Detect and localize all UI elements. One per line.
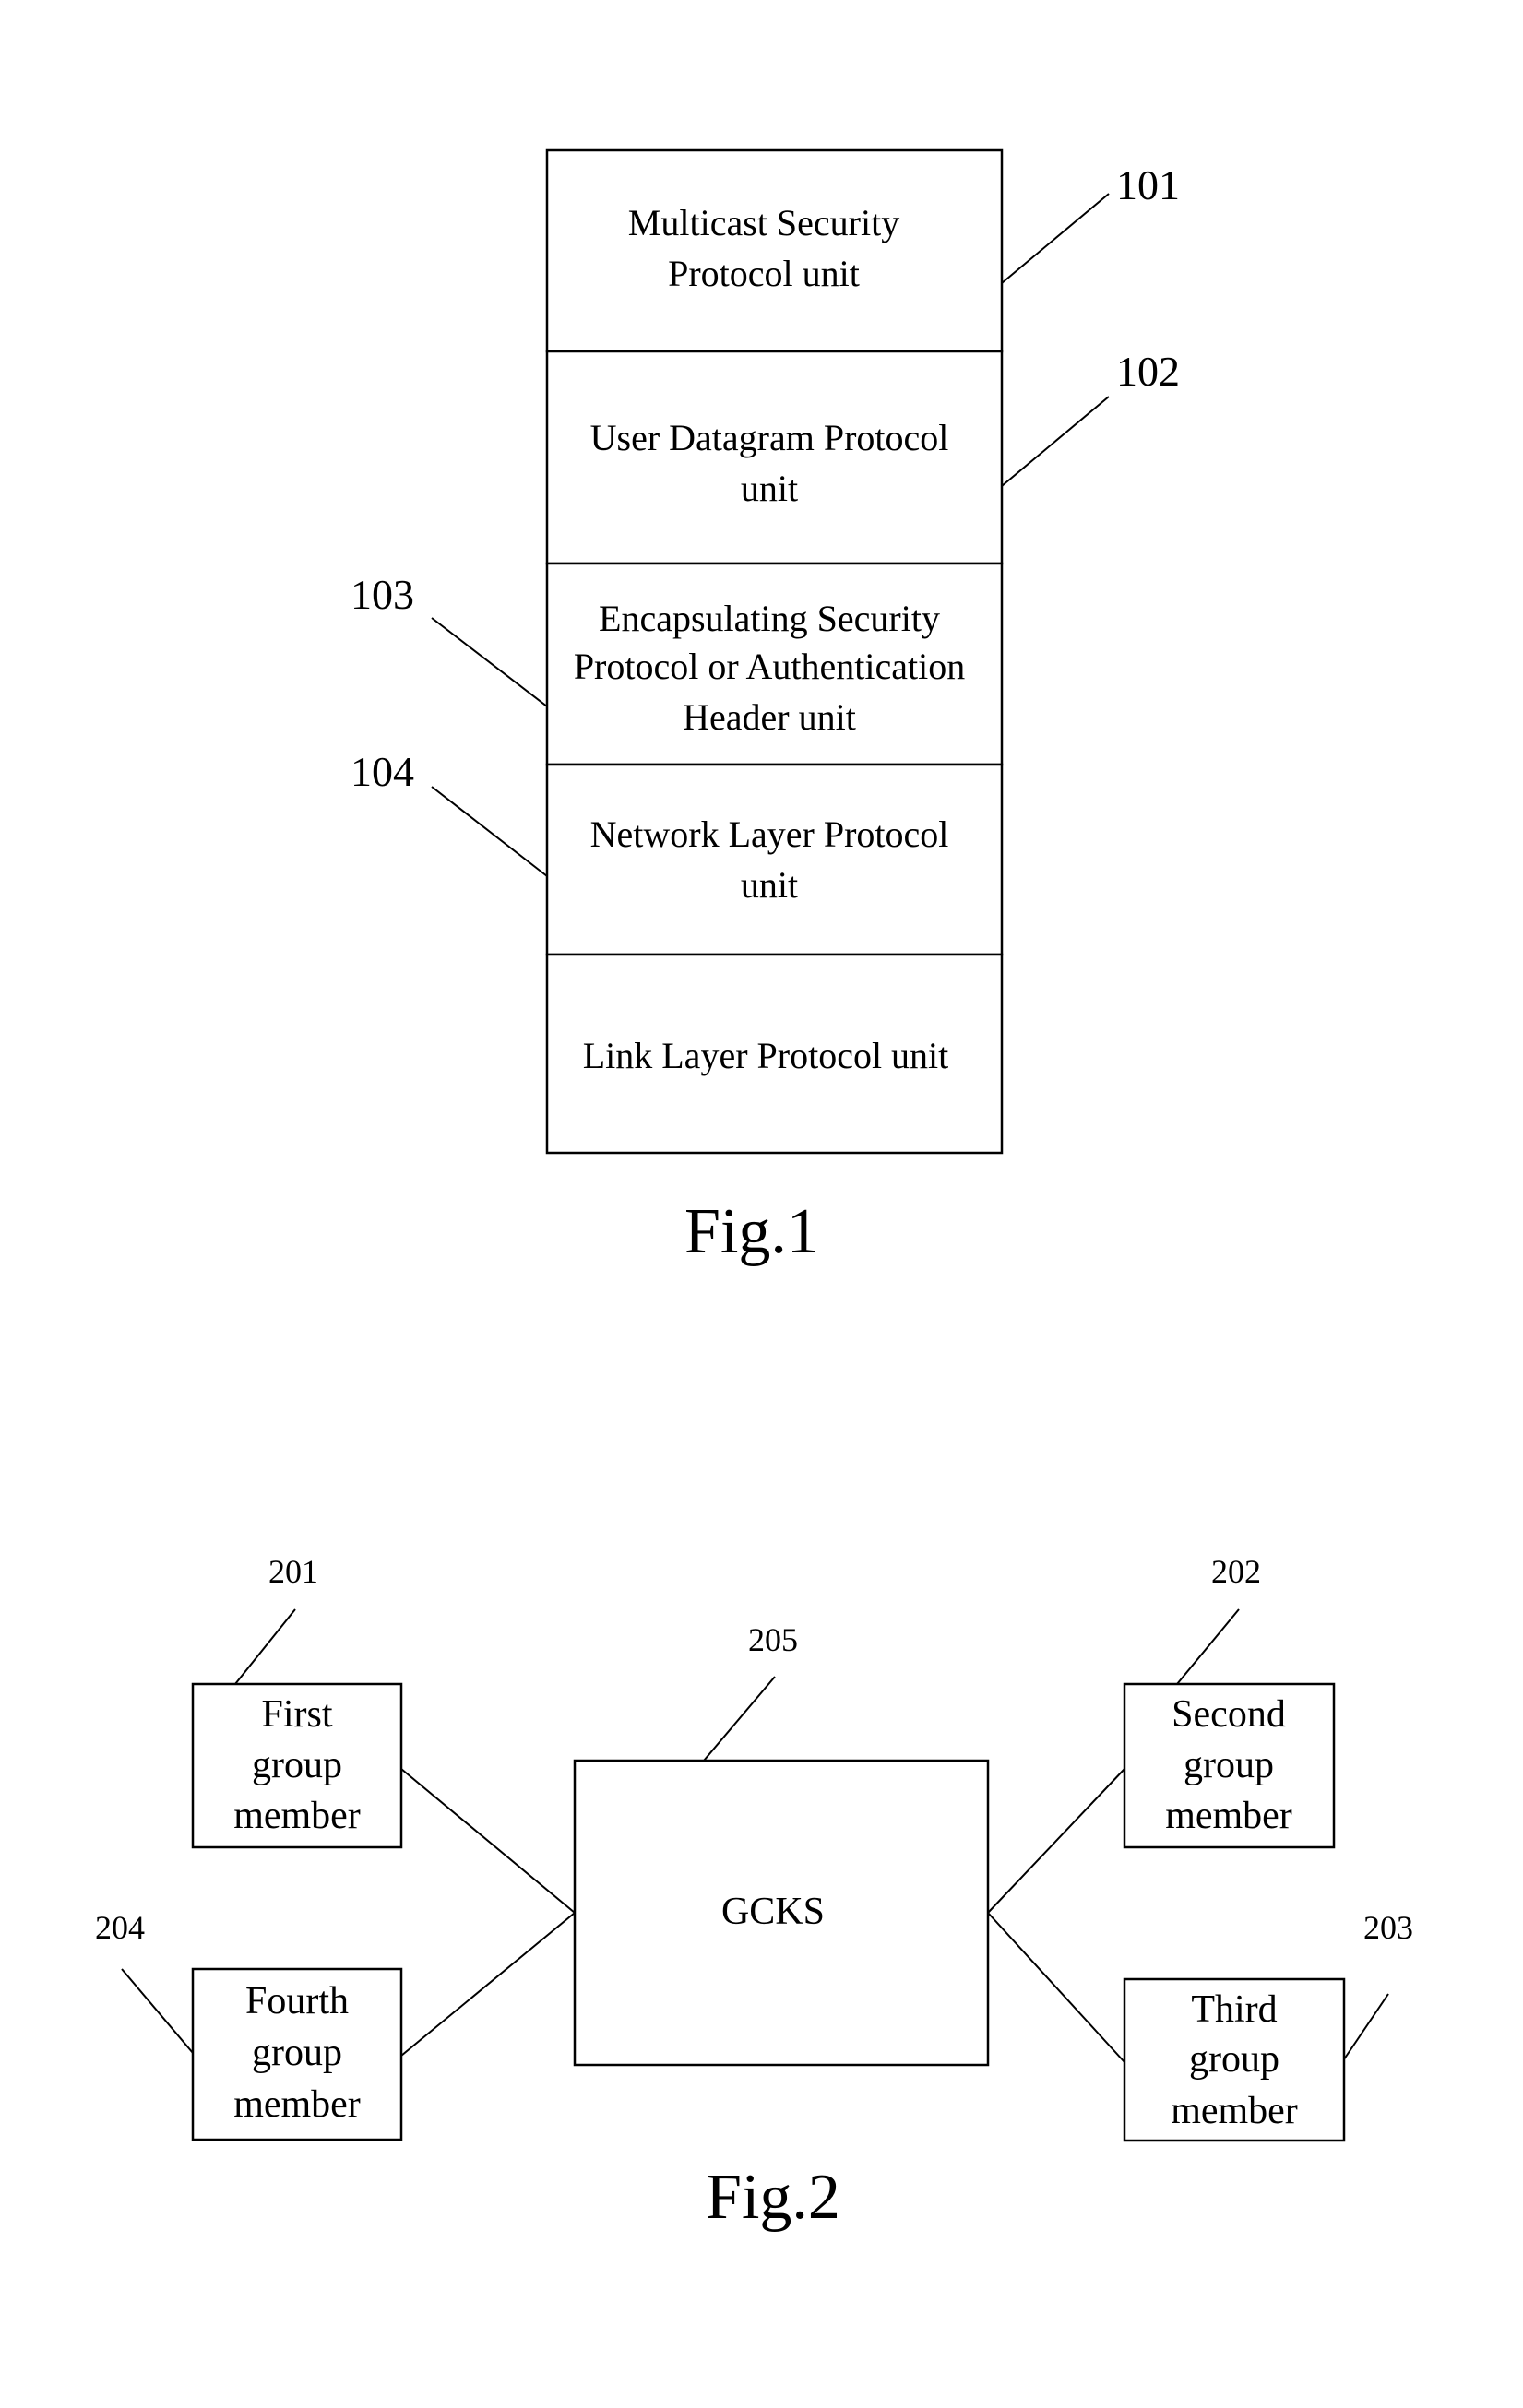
fourth-line-3: member [233, 2083, 361, 2126]
unit-103-line-2: Protocol or Authentication [574, 646, 965, 687]
gcks-label: GCKS [721, 1891, 825, 1933]
unit-103-line-1: Encapsulating Security [599, 598, 940, 639]
second-line-3: member [1165, 1795, 1292, 1837]
unit-101-line-1: Multicast Security [628, 202, 899, 243]
fig2-caption: Fig.2 [706, 2162, 840, 2233]
link-third-gcks [987, 1912, 1125, 2063]
second-line-1: Second [1172, 1693, 1286, 1736]
ref-202: 202 [1211, 1553, 1261, 1590]
third-line-2: group [1189, 2038, 1279, 2081]
fourth-line-1: Fourth [245, 1980, 349, 2022]
ref-104: 104 [351, 748, 414, 795]
link-fourth-gcks [400, 1912, 576, 2057]
fig1-protocol-stack: Multicast Security Protocol unit User Da… [351, 148, 1180, 1267]
ref-201: 201 [268, 1553, 318, 1590]
leader-102 [1001, 396, 1110, 487]
ref-102: 102 [1116, 348, 1180, 395]
leader-205 [703, 1676, 776, 1762]
ref-101: 101 [1116, 161, 1180, 208]
link-second-gcks [987, 1768, 1125, 1914]
leader-101 [1001, 193, 1110, 284]
unit-link-line-1: Link Layer Protocol unit [583, 1035, 949, 1076]
first-line-3: member [233, 1795, 361, 1837]
ref-205: 205 [748, 1621, 798, 1658]
fig2-group-topology: GCKS 205 First group member 201 Second g… [95, 1553, 1413, 2233]
leader-103 [431, 617, 548, 707]
leader-204 [121, 1968, 194, 2054]
first-line-2: group [252, 1744, 342, 1786]
unit-103-line-3: Header unit [683, 696, 856, 738]
unit-102-line-2: unit [741, 468, 798, 509]
unit-101-line-2: Protocol unit [668, 253, 860, 294]
unit-104-line-2: unit [741, 864, 798, 906]
ref-203: 203 [1363, 1909, 1413, 1946]
leader-203 [1343, 1993, 1389, 2060]
patent-figures: Multicast Security Protocol unit User Da… [95, 148, 1413, 2233]
network-layer-protocol-unit [545, 763, 1004, 956]
third-line-3: member [1171, 2090, 1298, 2132]
leader-104 [431, 786, 548, 877]
first-line-1: First [261, 1693, 332, 1736]
leader-202 [1176, 1608, 1240, 1685]
ref-103: 103 [351, 571, 414, 618]
link-first-gcks [400, 1768, 576, 1914]
multicast-security-protocol-unit [545, 148, 1004, 353]
fig1-caption: Fig.1 [684, 1196, 819, 1267]
unit-104-line-1: Network Layer Protocol [590, 813, 949, 855]
fourth-line-2: group [252, 2032, 342, 2074]
ref-204: 204 [95, 1909, 145, 1946]
unit-102-line-1: User Datagram Protocol [590, 417, 949, 458]
second-line-2: group [1184, 1744, 1274, 1786]
leader-201 [234, 1608, 296, 1685]
third-line-1: Third [1191, 1988, 1277, 2031]
